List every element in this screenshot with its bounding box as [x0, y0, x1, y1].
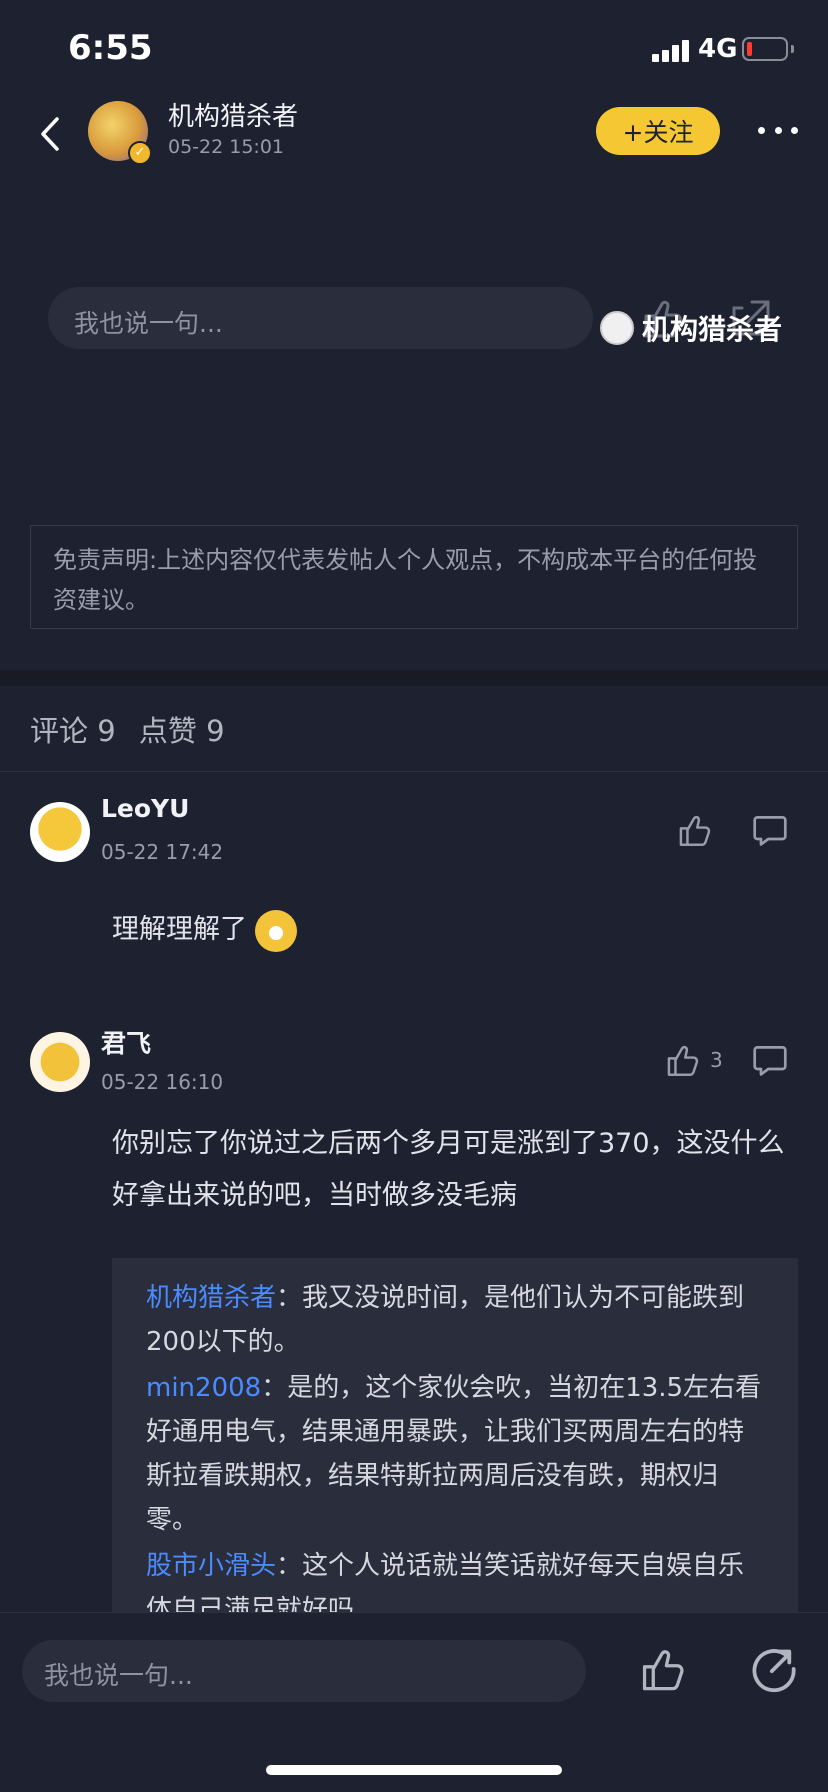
- inline-comment-placeholder: 我也说一句...: [74, 309, 223, 338]
- share-icon[interactable]: [750, 1645, 798, 1693]
- author-name[interactable]: 机构猎杀者: [168, 96, 298, 133]
- thumb-up-icon: [667, 1045, 699, 1076]
- comment-time: 05-22 16:10: [101, 1070, 224, 1094]
- comment-like-button[interactable]: 3: [664, 1042, 723, 1078]
- dot: [774, 126, 782, 134]
- dot: [758, 126, 765, 134]
- thumb-up-icon[interactable]: [638, 1645, 686, 1693]
- reply-item: 机构猎杀者：我又没说时间，是他们认为不可能跌到200以下的。: [146, 1276, 764, 1364]
- reply-item: min2008：是的，这个家伙会吹，当初在13.5左右看好通用电气，结果通用暴跌…: [146, 1366, 764, 1542]
- battery-tip: [791, 45, 794, 53]
- watermark-text: 机构猎杀者: [642, 313, 783, 346]
- commenter-avatar[interactable]: [30, 1032, 90, 1092]
- comment-body: 理解理解了: [112, 904, 802, 956]
- signal-icon: [652, 38, 692, 62]
- comment-reply-button[interactable]: [752, 1042, 788, 1082]
- comment-text: 你别忘了你说过之后两个多月可是涨到了370，这没什么好拿出来说的吧，当时做多没毛…: [112, 1128, 785, 1211]
- disclaimer: 免责声明:上述内容仅代表发帖人个人观点，不构成本平台的任何投资建议。: [30, 525, 798, 629]
- home-indicator[interactable]: [266, 1765, 562, 1775]
- author-avatar[interactable]: ✓: [88, 101, 152, 165]
- verified-badge-icon: ✓: [128, 141, 152, 165]
- reply-item: 股市小滑头：这个人说话就当笑话就好每天自娱自乐 体自己满足就好吗: [146, 1544, 764, 1618]
- section-divider: [0, 670, 828, 686]
- more-options-button[interactable]: [758, 118, 798, 142]
- likes-count-tab[interactable]: 点赞 9: [139, 714, 225, 748]
- reply-author[interactable]: 机构猎杀者: [146, 1283, 276, 1313]
- post-header: ✓ 机构猎杀者 05-22 15:01 +关注: [0, 96, 828, 178]
- inline-comment-input[interactable]: 我也说一句...: [48, 287, 593, 349]
- tiger-laugh-emoji-icon: [255, 909, 297, 952]
- bottom-bar: 我也说一句...: [0, 1612, 828, 1792]
- commenter-name[interactable]: 君飞: [101, 1024, 151, 1060]
- battery-icon: [742, 37, 788, 61]
- chat-bubble-icon: [753, 1046, 787, 1076]
- chevron-left-icon: [41, 117, 59, 151]
- comment-time: 05-22 17:42: [101, 840, 224, 864]
- network-label: 4G: [698, 34, 738, 64]
- reply-author[interactable]: min2008: [146, 1373, 261, 1403]
- commenter-name[interactable]: LeoYU: [101, 794, 189, 823]
- chat-bubble-icon: [753, 816, 787, 846]
- comment-text: 理解理解了: [112, 914, 247, 945]
- back-button[interactable]: [30, 110, 70, 158]
- status-time: 6:55: [68, 28, 153, 68]
- thumb-up-icon: [679, 815, 711, 846]
- commenter-avatar[interactable]: [30, 802, 90, 862]
- post-time: 05-22 15:01: [168, 136, 285, 158]
- comment-like-button[interactable]: [676, 812, 712, 848]
- bottom-comment-placeholder: 我也说一句...: [44, 1661, 193, 1690]
- comment-like-count: 3: [710, 1048, 723, 1072]
- dot: [791, 126, 798, 134]
- follow-button[interactable]: +关注: [596, 107, 720, 155]
- reply-author[interactable]: 股市小滑头: [146, 1551, 276, 1581]
- divider: [0, 771, 828, 772]
- replies-box[interactable]: 机构猎杀者：我又没说时间，是他们认为不可能跌到200以下的。 min2008：是…: [112, 1258, 798, 1618]
- watermark: 机构猎杀者: [600, 308, 782, 348]
- watermark-logo-icon: [600, 311, 634, 345]
- comments-count-tab[interactable]: 评论 9: [30, 714, 116, 748]
- status-bar: 6:55 4G: [0, 0, 828, 96]
- stats-row: 评论 9 点赞 9: [30, 708, 239, 750]
- comment-reply-button[interactable]: [752, 812, 788, 852]
- bottom-comment-input[interactable]: 我也说一句...: [22, 1640, 586, 1702]
